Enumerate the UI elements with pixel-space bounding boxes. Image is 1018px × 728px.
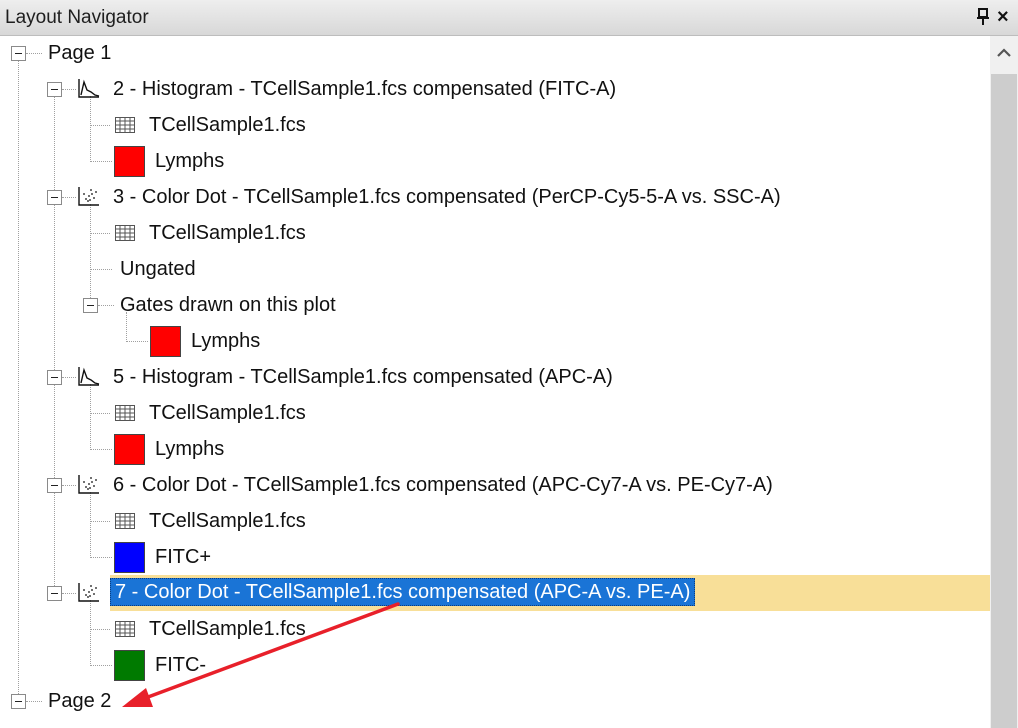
tree-node-gate[interactable]: Lymphs [155, 436, 224, 462]
tree-node-page1[interactable]: Page 1 [48, 40, 111, 66]
tree-connector [26, 53, 42, 54]
tree-node-plot7[interactable]: 7 - Color Dot - TCellSample1.fcs compens… [110, 578, 696, 606]
data-grid-icon [115, 513, 135, 529]
tree-node-plot6[interactable]: 6 - Color Dot - TCellSample1.fcs compens… [113, 472, 773, 498]
tree-node-page2[interactable]: Page 2 [48, 688, 111, 714]
panel-title: Layout Navigator [5, 7, 149, 28]
tree-node-file[interactable]: TCellSample1.fcs [149, 508, 306, 534]
histogram-icon [78, 367, 100, 386]
collapse-toggle-page1[interactable] [11, 46, 26, 61]
data-grid-icon [115, 621, 135, 637]
tree-connector [90, 629, 110, 630]
histogram-icon [78, 79, 100, 98]
color-dot-plot-icon [78, 475, 99, 494]
tree-connector [90, 521, 110, 522]
tree-connector [90, 269, 112, 270]
tree-connector [90, 557, 112, 558]
tree-node-gates-folder[interactable]: Gates drawn on this plot [120, 292, 336, 318]
collapse-toggle-plot5[interactable] [47, 370, 62, 385]
color-dot-plot-icon [78, 187, 99, 206]
tree-node-file[interactable]: TCellSample1.fcs [149, 112, 306, 138]
collapse-toggle-page2[interactable] [11, 694, 26, 709]
tree-connector [90, 204, 91, 304]
tree-connector [126, 341, 148, 342]
tree-connector [54, 96, 55, 592]
tree-node-gate[interactable]: Lymphs [191, 328, 260, 354]
tree-connector [90, 125, 110, 126]
tree-connector [90, 233, 110, 234]
data-grid-icon [115, 405, 135, 421]
tree-node-plot5[interactable]: 5 - Histogram - TCellSample1.fcs compens… [113, 364, 613, 390]
gate-color-swatch [150, 326, 181, 357]
gate-color-swatch [114, 146, 145, 177]
tree-connector [62, 485, 76, 486]
close-icon[interactable]: × [997, 6, 1009, 28]
tree-node-file[interactable]: TCellSample1.fcs [149, 220, 306, 246]
tree-connector [90, 665, 112, 666]
tree-node-file[interactable]: TCellSample1.fcs [149, 616, 306, 642]
tree-connector [62, 197, 76, 198]
gate-color-swatch [114, 650, 145, 681]
collapse-toggle-plot6[interactable] [47, 478, 62, 493]
data-grid-icon [115, 117, 135, 133]
tree-node-plot3[interactable]: 3 - Color Dot - TCellSample1.fcs compens… [113, 184, 781, 210]
tree-connector [62, 377, 76, 378]
tree-node-gate[interactable]: FITC- [155, 652, 206, 678]
tree-node-gate[interactable]: Lymphs [155, 148, 224, 174]
panel-titlebar: Layout Navigator × [0, 0, 1018, 36]
tree-connector [62, 89, 76, 90]
tree-connector [62, 593, 76, 594]
tree-node-plot2[interactable]: 2 - Histogram - TCellSample1.fcs compens… [113, 76, 616, 102]
tree-connector [26, 701, 42, 702]
collapse-toggle-plot7[interactable] [47, 586, 62, 601]
chevron-up-icon [997, 48, 1011, 57]
gate-color-swatch [114, 434, 145, 465]
tree-connector [90, 413, 110, 414]
layout-tree[interactable]: Page 1 2 - Histogram - TCellSample1.fcs … [0, 36, 990, 728]
tree-connector [90, 96, 91, 160]
scrollbar-thumb[interactable] [991, 74, 1017, 728]
tree-node-gate[interactable]: FITC+ [155, 544, 211, 570]
tree-connector [18, 60, 19, 700]
collapse-toggle-plot2[interactable] [47, 82, 62, 97]
tree-node-ungated[interactable]: Ungated [120, 256, 196, 282]
gate-color-swatch [114, 542, 145, 573]
tree-connector [90, 384, 91, 448]
collapse-toggle-gates[interactable] [83, 298, 98, 313]
tree-connector [90, 449, 112, 450]
tree-connector [90, 600, 91, 664]
color-dot-plot-icon [78, 583, 99, 602]
collapse-toggle-plot3[interactable] [47, 190, 62, 205]
tree-node-file[interactable]: TCellSample1.fcs [149, 400, 306, 426]
vertical-scrollbar[interactable] [990, 36, 1018, 728]
pin-icon[interactable] [976, 8, 990, 26]
scroll-up-button[interactable] [990, 36, 1018, 72]
tree-connector [98, 305, 114, 306]
data-grid-icon [115, 225, 135, 241]
tree-connector [90, 161, 112, 162]
tree-connector [90, 492, 91, 556]
